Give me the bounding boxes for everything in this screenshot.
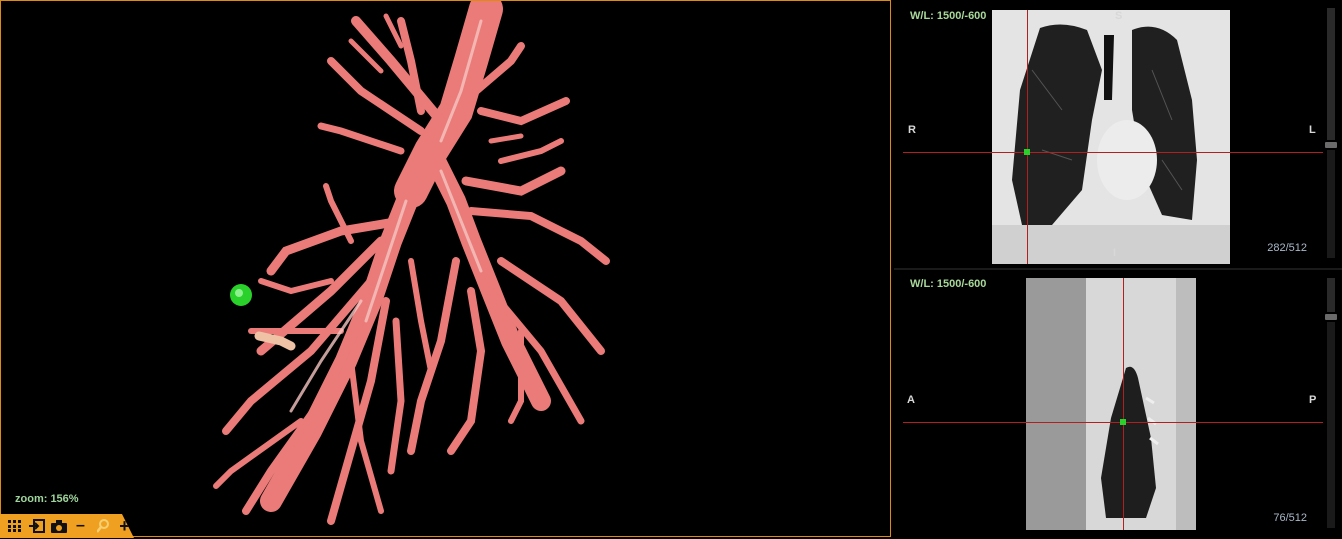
nodule-highlight xyxy=(235,289,243,297)
crosshair-vertical[interactable] xyxy=(1027,10,1028,264)
magnifier-icon[interactable] xyxy=(93,517,112,535)
sagittal-scrollbar[interactable] xyxy=(1327,278,1335,312)
viewer-toolbar: – + xyxy=(0,514,134,538)
orientation-inferior: I xyxy=(1113,247,1117,259)
slice-counter: 282/512 xyxy=(1267,242,1307,254)
crosshair-horizontal[interactable] xyxy=(903,152,1323,153)
orientation-posterior: P xyxy=(1309,394,1317,406)
coronal-scrollbar-lower[interactable] xyxy=(1327,150,1335,258)
crosshair-vertical[interactable] xyxy=(1123,278,1124,530)
layout-grid-icon[interactable] xyxy=(5,517,24,535)
window-level-label: W/L: 1500/-600 xyxy=(910,278,987,290)
panel-divider xyxy=(894,268,1342,270)
orientation-superior: S xyxy=(1115,10,1123,22)
orientation-anterior: A xyxy=(907,394,915,406)
export-icon[interactable] xyxy=(27,517,46,535)
coronal-view[interactable]: W/L: 1500/-600 S R L I 282/512 xyxy=(897,4,1323,266)
window-level-label: W/L: 1500/-600 xyxy=(910,10,987,22)
sagittal-scroll-thumb[interactable] xyxy=(1325,314,1337,320)
coronal-scroll-thumb[interactable] xyxy=(1325,142,1337,148)
nodule-marker xyxy=(1120,419,1126,425)
coronal-scrollbar[interactable] xyxy=(1327,8,1335,140)
crosshair-horizontal[interactable] xyxy=(903,422,1323,423)
sagittal-view[interactable]: W/L: 1500/-600 S A P I 76/512 xyxy=(897,272,1323,536)
zoom-label: zoom: 156% xyxy=(15,493,79,505)
orientation-superior: S xyxy=(1113,280,1121,292)
orientation-inferior: I xyxy=(1112,517,1116,529)
3d-viewport[interactable]: zoom: 156% xyxy=(0,0,891,537)
slice-counter: 76/512 xyxy=(1273,512,1307,524)
bronchial-tree xyxy=(213,1,610,525)
orientation-right: R xyxy=(908,124,916,136)
orientation-left: L xyxy=(1309,124,1316,136)
airway-tree-render xyxy=(213,1,610,525)
camera-icon[interactable] xyxy=(49,517,68,535)
sagittal-scrollbar-lower[interactable] xyxy=(1327,322,1335,528)
zoom-out-icon[interactable]: – xyxy=(71,517,90,535)
nodule-marker xyxy=(1024,149,1030,155)
sagittal-ct-image xyxy=(1026,278,1196,530)
